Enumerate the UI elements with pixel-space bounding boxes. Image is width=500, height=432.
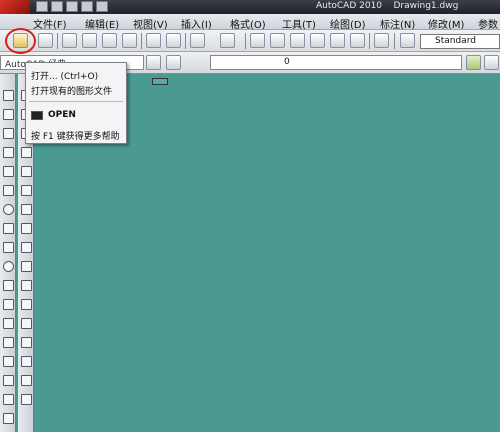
join-icon[interactable] bbox=[21, 337, 32, 348]
trim-icon[interactable] bbox=[21, 261, 32, 272]
menu-draw[interactable]: 绘图(D) bbox=[330, 16, 366, 31]
gradient-icon[interactable] bbox=[3, 375, 14, 386]
menu-edit[interactable]: 编辑(E) bbox=[85, 16, 119, 31]
toolbar-separator bbox=[185, 33, 186, 49]
scale-icon[interactable] bbox=[21, 223, 32, 234]
design-center-icon[interactable] bbox=[270, 33, 285, 48]
array-icon[interactable] bbox=[21, 166, 32, 177]
command-icon bbox=[31, 110, 43, 120]
toolbar-separator bbox=[57, 33, 58, 49]
circle-icon[interactable] bbox=[3, 204, 14, 215]
point-icon[interactable] bbox=[3, 337, 14, 348]
fillet-icon[interactable] bbox=[21, 375, 32, 386]
calculator-icon[interactable] bbox=[350, 33, 365, 48]
save-icon[interactable] bbox=[51, 1, 63, 12]
insert-block-icon[interactable] bbox=[3, 299, 14, 310]
explode-icon[interactable] bbox=[21, 394, 32, 405]
layer-states-icon[interactable] bbox=[484, 55, 499, 70]
arc-icon[interactable] bbox=[3, 185, 14, 196]
tooltip-separator bbox=[29, 101, 123, 102]
redo-icon[interactable] bbox=[220, 33, 235, 48]
move-icon[interactable] bbox=[21, 185, 32, 196]
menu-insert[interactable]: 插入(I) bbox=[181, 16, 212, 31]
quick-access-toolbar bbox=[36, 1, 108, 12]
title-bar: AutoCAD 2010 Drawing1.dwg bbox=[0, 0, 500, 14]
toolbar-separator bbox=[369, 33, 370, 49]
menu-format[interactable]: 格式(O) bbox=[230, 16, 266, 31]
text-style-icon[interactable] bbox=[400, 33, 415, 48]
polyline-icon[interactable] bbox=[3, 128, 14, 139]
viewport-marker bbox=[152, 78, 168, 85]
3d-print-icon[interactable] bbox=[122, 33, 137, 48]
offset-icon[interactable] bbox=[21, 147, 32, 158]
break-icon[interactable] bbox=[21, 318, 32, 329]
menu-tools[interactable]: 工具(T) bbox=[282, 16, 316, 31]
toolbar-separator bbox=[245, 33, 246, 49]
save-icon[interactable] bbox=[38, 33, 53, 48]
undo-icon[interactable] bbox=[66, 1, 78, 12]
publish-icon[interactable] bbox=[102, 33, 117, 48]
stretch-icon[interactable] bbox=[21, 242, 32, 253]
open-tooltip: 打开... (Ctrl+O) 打开现有的图形文件 OPEN 按 F1 键获得更多… bbox=[25, 62, 127, 144]
new-icon[interactable] bbox=[36, 1, 48, 12]
revision-cloud-icon[interactable] bbox=[3, 223, 14, 234]
autocad-logo-icon[interactable] bbox=[0, 0, 30, 14]
markup-icon[interactable] bbox=[330, 33, 345, 48]
draw-toolbar bbox=[0, 74, 16, 432]
hatch-icon[interactable] bbox=[3, 356, 14, 367]
highlight-circle bbox=[5, 28, 36, 54]
menu-bar: 文件(F) 编辑(E) 视图(V) 插入(I) 格式(O) 工具(T) 绘图(D… bbox=[0, 14, 500, 31]
toolbar-separator bbox=[394, 33, 395, 49]
menu-view[interactable]: 视图(V) bbox=[133, 16, 168, 31]
layer-previous-icon[interactable] bbox=[466, 55, 481, 70]
layer-select[interactable]: 0 bbox=[210, 55, 462, 70]
plot-icon[interactable] bbox=[96, 1, 108, 12]
plot-icon[interactable] bbox=[62, 33, 77, 48]
table-icon[interactable] bbox=[3, 413, 14, 424]
menu-parametric[interactable]: 参数 bbox=[478, 16, 498, 31]
undo-icon[interactable] bbox=[190, 33, 205, 48]
plot-preview-icon[interactable] bbox=[82, 33, 97, 48]
rectangle-icon[interactable] bbox=[3, 166, 14, 177]
cut-icon[interactable] bbox=[146, 33, 161, 48]
construction-line-icon[interactable] bbox=[3, 109, 14, 120]
sheet-set-icon[interactable] bbox=[310, 33, 325, 48]
tooltip-help: 按 F1 键获得更多帮助 bbox=[31, 132, 120, 142]
workspace-settings-icon[interactable] bbox=[146, 55, 161, 70]
ellipse-icon[interactable] bbox=[3, 261, 14, 272]
window-title: AutoCAD 2010 Drawing1.dwg bbox=[316, 1, 459, 11]
command-name: OPEN bbox=[48, 110, 76, 120]
layer-properties-icon[interactable] bbox=[166, 55, 181, 70]
polygon-icon[interactable] bbox=[3, 147, 14, 158]
menu-dimension[interactable]: 标注(N) bbox=[380, 16, 415, 31]
text-style-select[interactable]: Standard bbox=[420, 34, 500, 49]
tooltip-title: 打开... (Ctrl+O) bbox=[31, 72, 99, 82]
line-icon[interactable] bbox=[3, 90, 14, 101]
tool-palettes-icon[interactable] bbox=[290, 33, 305, 48]
region-icon[interactable] bbox=[3, 394, 14, 405]
redo-icon[interactable] bbox=[81, 1, 93, 12]
make-block-icon[interactable] bbox=[3, 318, 14, 329]
rotate-icon[interactable] bbox=[21, 204, 32, 215]
toolbar-separator bbox=[141, 33, 142, 49]
spline-icon[interactable] bbox=[3, 242, 14, 253]
menu-file[interactable]: 文件(F) bbox=[33, 16, 67, 31]
tooltip-description: 打开现有的图形文件 bbox=[31, 87, 113, 97]
break-at-point-icon[interactable] bbox=[21, 299, 32, 310]
ellipse-arc-icon[interactable] bbox=[3, 280, 14, 291]
properties-icon[interactable] bbox=[250, 33, 265, 48]
help-icon[interactable] bbox=[374, 33, 389, 48]
tooltip-command: OPEN bbox=[31, 110, 76, 120]
extend-icon[interactable] bbox=[21, 280, 32, 291]
copy-icon[interactable] bbox=[166, 33, 181, 48]
menu-modify[interactable]: 修改(M) bbox=[428, 16, 464, 31]
chamfer-icon[interactable] bbox=[21, 356, 32, 367]
